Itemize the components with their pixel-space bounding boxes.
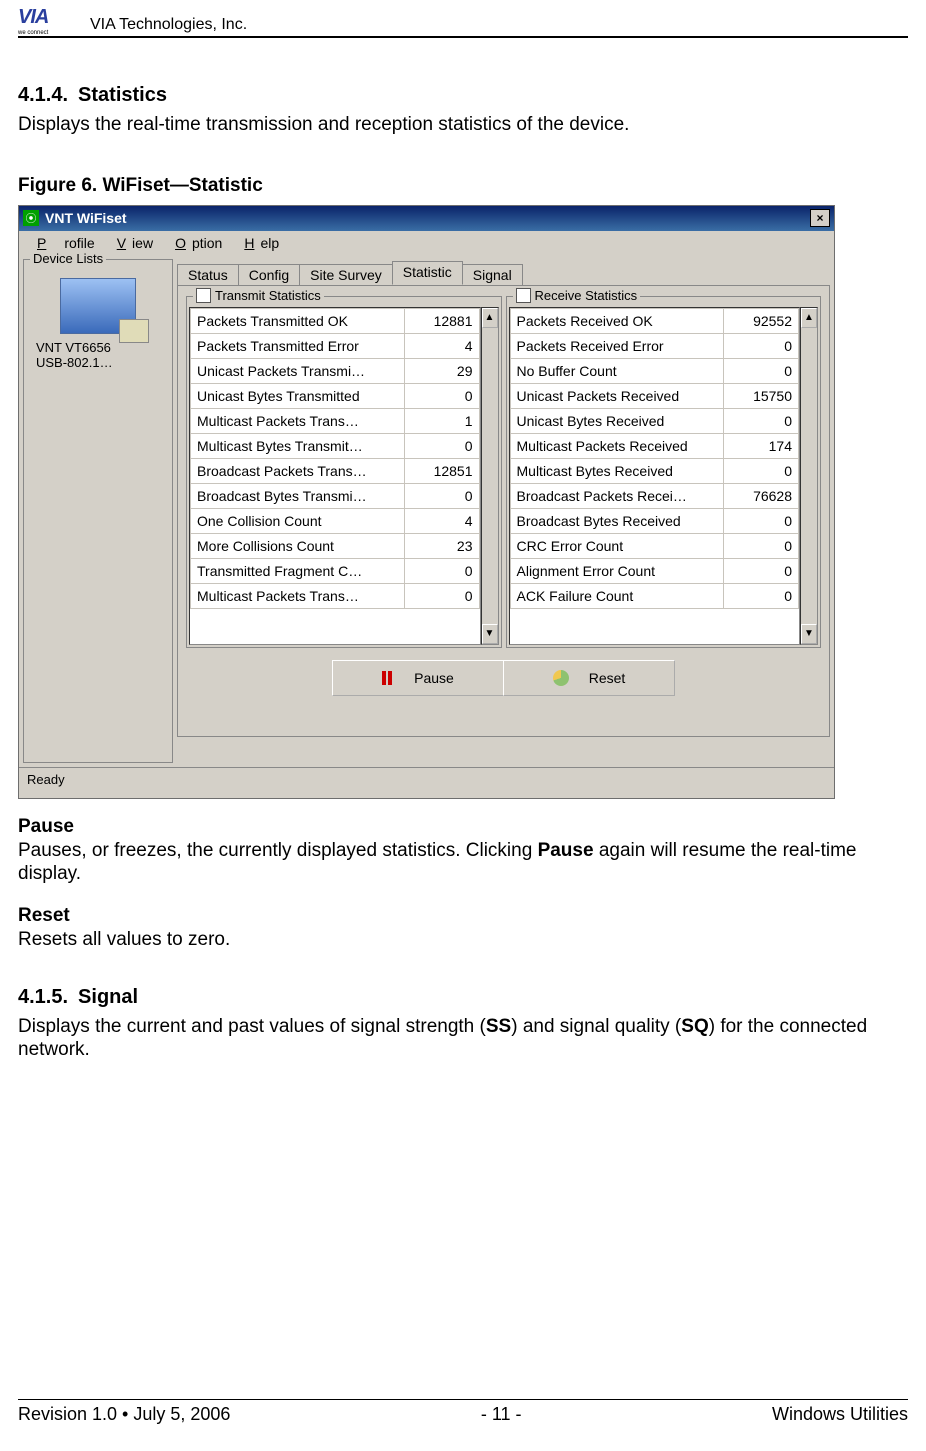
transmit-scrollbar[interactable]: ▲ ▼ bbox=[481, 307, 499, 645]
table-row: Broadcast Packets Trans…12851 bbox=[191, 458, 480, 483]
section-number: 4.1.4. bbox=[18, 84, 68, 107]
footer-center: - 11 - bbox=[481, 1404, 522, 1425]
menu-profile[interactable]: Profile bbox=[25, 234, 101, 252]
footer-left: Revision 1.0 • July 5, 2006 bbox=[18, 1404, 230, 1425]
reset-label: Reset bbox=[589, 670, 626, 686]
logo-subtext: we connect bbox=[18, 30, 48, 36]
table-row: ACK Failure Count0 bbox=[510, 583, 799, 608]
tab-site-survey[interactable]: Site Survey bbox=[299, 264, 393, 285]
menu-option[interactable]: Option bbox=[163, 234, 228, 252]
statusbar: Ready bbox=[19, 767, 834, 798]
table-row: More Collisions Count23 bbox=[191, 533, 480, 558]
receive-checkbox[interactable] bbox=[516, 288, 531, 303]
table-row: Alignment Error Count0 bbox=[510, 558, 799, 583]
receive-scrollbar[interactable]: ▲ ▼ bbox=[800, 307, 818, 645]
section-title: Statistics bbox=[78, 84, 167, 107]
transmit-legend: Transmit Statistics bbox=[215, 288, 321, 303]
logo-text: VIA bbox=[18, 6, 48, 29]
table-row: Unicast Packets Received15750 bbox=[510, 383, 799, 408]
device-lists-group: Device Lists VNT VT6656 USB-802.1… bbox=[23, 259, 173, 763]
footer-right: Windows Utilities bbox=[772, 1404, 908, 1425]
pause-icon bbox=[382, 671, 394, 685]
scroll-down-icon[interactable]: ▼ bbox=[482, 624, 498, 644]
section-415-desc: Displays the current and past values of … bbox=[18, 1015, 908, 1063]
device-name-line2: USB-802.1… bbox=[28, 355, 168, 370]
menu-view[interactable]: View bbox=[105, 234, 159, 252]
tab-strip: Status Config Site Survey Statistic Sign… bbox=[177, 259, 830, 285]
table-row: Multicast Packets Trans…0 bbox=[191, 583, 480, 608]
section-title-415: Signal bbox=[78, 986, 138, 1009]
reset-term: Reset bbox=[18, 905, 70, 926]
table-row: CRC Error Count0 bbox=[510, 533, 799, 558]
tab-status[interactable]: Status bbox=[177, 264, 239, 285]
table-row: Packets Received Error0 bbox=[510, 333, 799, 358]
table-row: Multicast Bytes Received0 bbox=[510, 458, 799, 483]
tab-page-statistic: Transmit Statistics Packets Transmitted … bbox=[177, 285, 830, 737]
table-row: Packets Transmitted Error4 bbox=[191, 333, 480, 358]
titlebar: ⦿ VNT WiFiset × bbox=[19, 206, 834, 231]
table-row: Unicast Packets Transmi…29 bbox=[191, 358, 480, 383]
table-row: Transmitted Fragment C…0 bbox=[191, 558, 480, 583]
scroll-up-icon[interactable]: ▲ bbox=[482, 308, 498, 328]
pause-button[interactable]: Pause bbox=[332, 660, 504, 696]
table-row: Multicast Packets Trans…1 bbox=[191, 408, 480, 433]
pause-term: Pause bbox=[18, 816, 74, 837]
scroll-down-icon[interactable]: ▼ bbox=[801, 624, 817, 644]
close-button[interactable]: × bbox=[810, 209, 830, 227]
table-row: Unicast Bytes Received0 bbox=[510, 408, 799, 433]
transmit-group: Transmit Statistics Packets Transmitted … bbox=[186, 296, 502, 648]
reset-button[interactable]: Reset bbox=[503, 660, 675, 696]
figure-caption: Figure 6. WiFiset—Statistic bbox=[18, 175, 908, 197]
table-row: No Buffer Count0 bbox=[510, 358, 799, 383]
window-title: VNT WiFiset bbox=[45, 210, 810, 226]
table-row: Broadcast Packets Recei…76628 bbox=[510, 483, 799, 508]
pause-label: Pause bbox=[414, 670, 454, 686]
reset-desc: Resets all values to zero. bbox=[18, 928, 908, 952]
pause-desc: Pauses, or freezes, the currently displa… bbox=[18, 839, 908, 887]
wifiset-window: ⦿ VNT WiFiset × Profile View Option Help… bbox=[18, 205, 835, 799]
table-row: Broadcast Bytes Transmi…0 bbox=[191, 483, 480, 508]
receive-table: Packets Received OK92552Packets Received… bbox=[509, 307, 801, 645]
receive-legend: Receive Statistics bbox=[535, 288, 638, 303]
transmit-checkbox[interactable] bbox=[196, 288, 211, 303]
via-logo: VIA we connect bbox=[18, 10, 82, 34]
table-row: Packets Transmitted OK12881 bbox=[191, 308, 480, 333]
section-number-415: 4.1.5. bbox=[18, 986, 68, 1009]
section-desc: Displays the real-time transmission and … bbox=[18, 113, 908, 137]
device-icon[interactable] bbox=[60, 278, 136, 334]
page-footer: Revision 1.0 • July 5, 2006 - 11 - Windo… bbox=[18, 1399, 908, 1425]
company-name: VIA Technologies, Inc. bbox=[90, 16, 247, 34]
app-icon: ⦿ bbox=[23, 210, 39, 226]
table-row: Broadcast Bytes Received0 bbox=[510, 508, 799, 533]
table-row: Multicast Packets Received174 bbox=[510, 433, 799, 458]
table-row: Unicast Bytes Transmitted0 bbox=[191, 383, 480, 408]
scroll-up-icon[interactable]: ▲ bbox=[801, 308, 817, 328]
table-row: One Collision Count4 bbox=[191, 508, 480, 533]
page-header: VIA we connect VIA Technologies, Inc. bbox=[18, 10, 908, 38]
transmit-table: Packets Transmitted OK12881Packets Trans… bbox=[189, 307, 481, 645]
receive-group: Receive Statistics Packets Received OK92… bbox=[506, 296, 822, 648]
table-row: Multicast Bytes Transmit…0 bbox=[191, 433, 480, 458]
tab-signal[interactable]: Signal bbox=[462, 264, 523, 285]
tab-config[interactable]: Config bbox=[238, 264, 300, 285]
table-row: Packets Received OK92552 bbox=[510, 308, 799, 333]
menu-help[interactable]: Help bbox=[232, 234, 285, 252]
menubar: Profile View Option Help bbox=[19, 231, 834, 255]
reset-icon bbox=[553, 670, 569, 686]
device-lists-label: Device Lists bbox=[30, 251, 106, 266]
tab-statistic[interactable]: Statistic bbox=[392, 261, 463, 285]
